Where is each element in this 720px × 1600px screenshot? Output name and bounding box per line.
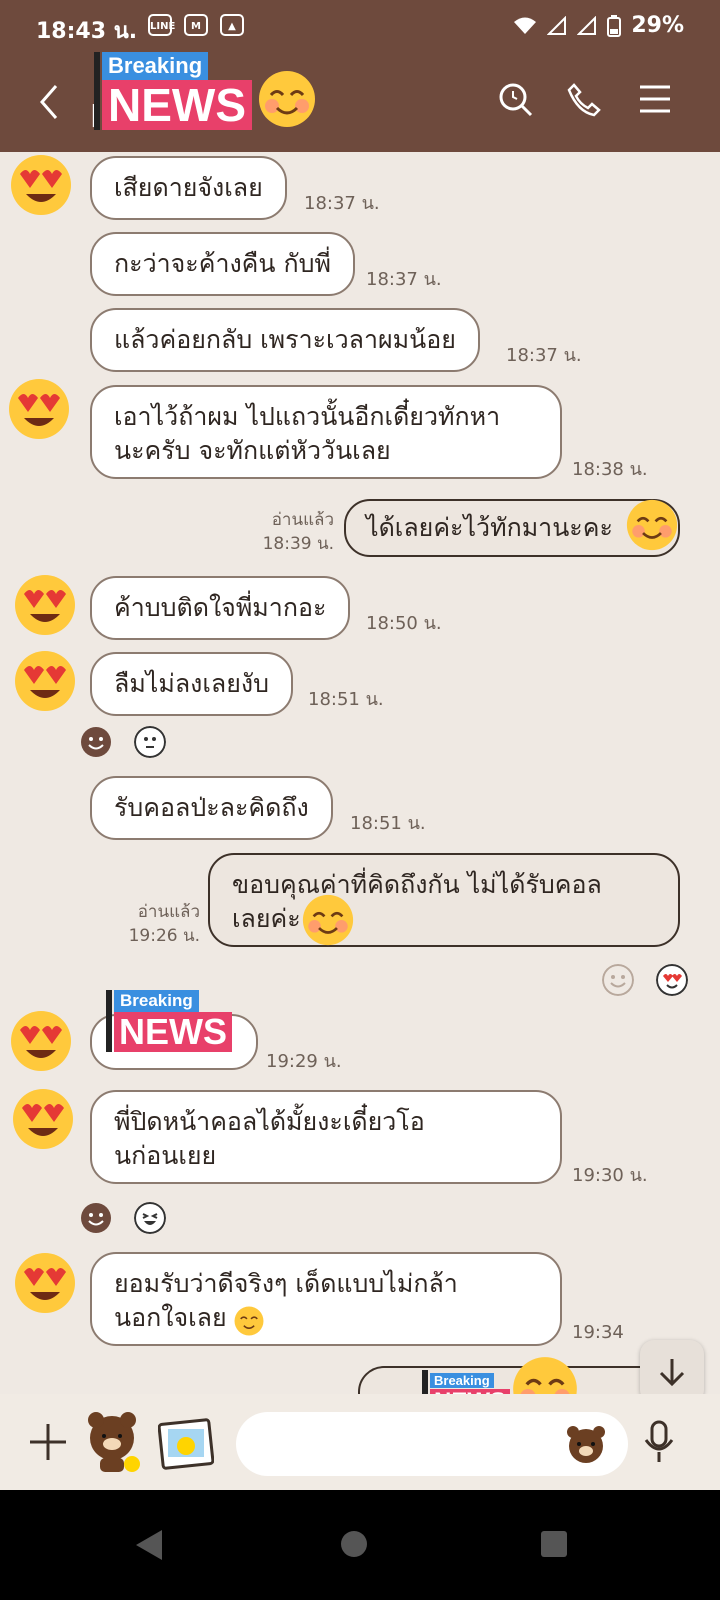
message-time: 18:51 น. (308, 689, 384, 710)
chat-message[interactable]: ค้าบบติดใจพี่มากอะ (90, 576, 351, 640)
chat-message[interactable]: เสียดายจังเลย (90, 156, 287, 220)
message-time: 19:34 (572, 1322, 624, 1343)
message-time: 18:37 น. (506, 345, 582, 366)
add-icon[interactable] (28, 1422, 68, 1462)
message-time: 18:37 น. (304, 193, 380, 214)
chat-message[interactable]: พี่ปิดหน้าคอลได้มั้ยงะเดี๋ยวโอ นก่อนเยย (90, 1090, 562, 1184)
wifi-icon (514, 17, 537, 34)
reaction-add-icon[interactable] (602, 964, 634, 996)
input-bar (0, 1394, 720, 1490)
emoji-sticker-icon[interactable] (564, 1424, 608, 1464)
breaking-news-sticker: Breaking NEWS (106, 990, 232, 1052)
chat-message[interactable]: เอาไว้ถ้าผม ไปแถวนั้นอีกเดี๋ยวทักหา นะคร… (90, 385, 562, 479)
reaction-laugh-icon[interactable] (134, 1202, 166, 1234)
heart-eyes-avatar-icon (15, 575, 75, 635)
heart-eyes-avatar-icon (15, 1253, 75, 1313)
phone-icon[interactable] (566, 82, 602, 118)
chat-header: l Breaking NEWS (0, 52, 720, 152)
reaction-heart-eyes-icon[interactable] (656, 964, 688, 996)
chat-message[interactable]: แล้วค่อยกลับ เพราะเวลาผมน้อย (90, 308, 480, 372)
status-bar: 18:43 น. LINE M ▲ 29% (0, 0, 720, 52)
line-app-icon: LINE (148, 14, 175, 36)
message-time: 19:26 น. (128, 926, 200, 946)
read-receipt: อ่านแล้ว (137, 902, 200, 922)
heart-eyes-avatar-icon (9, 379, 69, 439)
chat-message[interactable]: รับคอลป่ะละคิดถึง (90, 776, 333, 840)
smile-emoji-icon (302, 894, 354, 946)
nav-home-icon[interactable] (340, 1530, 368, 1558)
back-icon[interactable] (36, 82, 60, 122)
signal-icon (547, 15, 567, 35)
menu-icon[interactable] (638, 82, 672, 116)
nav-back-icon[interactable] (134, 1528, 164, 1562)
chat-message[interactable]: ยอมรับว่าดีจริงๆ เด็ดแบบไม่กล้า นอกใจเลย (90, 1252, 562, 1346)
breaking-news-sticker: Breaking NEWS (94, 52, 252, 130)
message-time: 18:51 น. (350, 813, 426, 834)
message-time: 19:29 น. (266, 1051, 342, 1072)
heart-eyes-avatar-icon (11, 155, 71, 215)
reaction-add-icon[interactable] (80, 1202, 112, 1234)
heart-eyes-avatar-icon (15, 651, 75, 711)
sticker-icon[interactable] (84, 1410, 144, 1474)
photo-icon[interactable] (158, 1416, 214, 1470)
read-receipt: อ่านแล้ว (271, 510, 334, 530)
message-time: 19:30 น. (572, 1165, 648, 1186)
search-icon[interactable] (498, 82, 534, 118)
battery-percent: 29% (631, 13, 684, 38)
status-time: 18:43 น. (36, 19, 138, 44)
reaction-sticker-icon[interactable] (134, 726, 166, 758)
signal-2-icon (577, 15, 597, 35)
smile-emoji-icon (626, 499, 678, 551)
system-nav-bar (0, 1490, 720, 1600)
message-time: 18:38 น. (572, 459, 648, 480)
smile-emoji-icon (234, 1306, 264, 1336)
chat-message[interactable]: ลืมไม่ลงเลยงับ (90, 652, 293, 716)
heart-eyes-avatar-icon (11, 1011, 71, 1071)
mic-icon[interactable] (642, 1420, 676, 1464)
heart-eyes-avatar-icon (13, 1089, 73, 1149)
chat-message-outgoing[interactable]: ขอบคุณค่าที่คิดถึงกัน ไม่ได้รับคอล เลยค่… (208, 853, 680, 947)
scroll-down-icon (659, 1359, 685, 1387)
smile-emoji-icon (259, 71, 315, 127)
message-input[interactable] (236, 1412, 628, 1476)
reaction-add-icon[interactable] (80, 726, 112, 758)
photo-notification-icon: ▲ (220, 14, 244, 36)
chat-message[interactable]: กะว่าจะค้างคืน กับพี่ (90, 232, 355, 296)
gmail-icon: M (184, 14, 208, 36)
message-time: 18:37 น. (366, 269, 442, 290)
battery-icon (607, 14, 622, 37)
nav-recents-icon[interactable] (540, 1530, 568, 1558)
message-time: 18:50 น. (366, 613, 442, 634)
message-time: 18:39 น. (262, 534, 334, 554)
